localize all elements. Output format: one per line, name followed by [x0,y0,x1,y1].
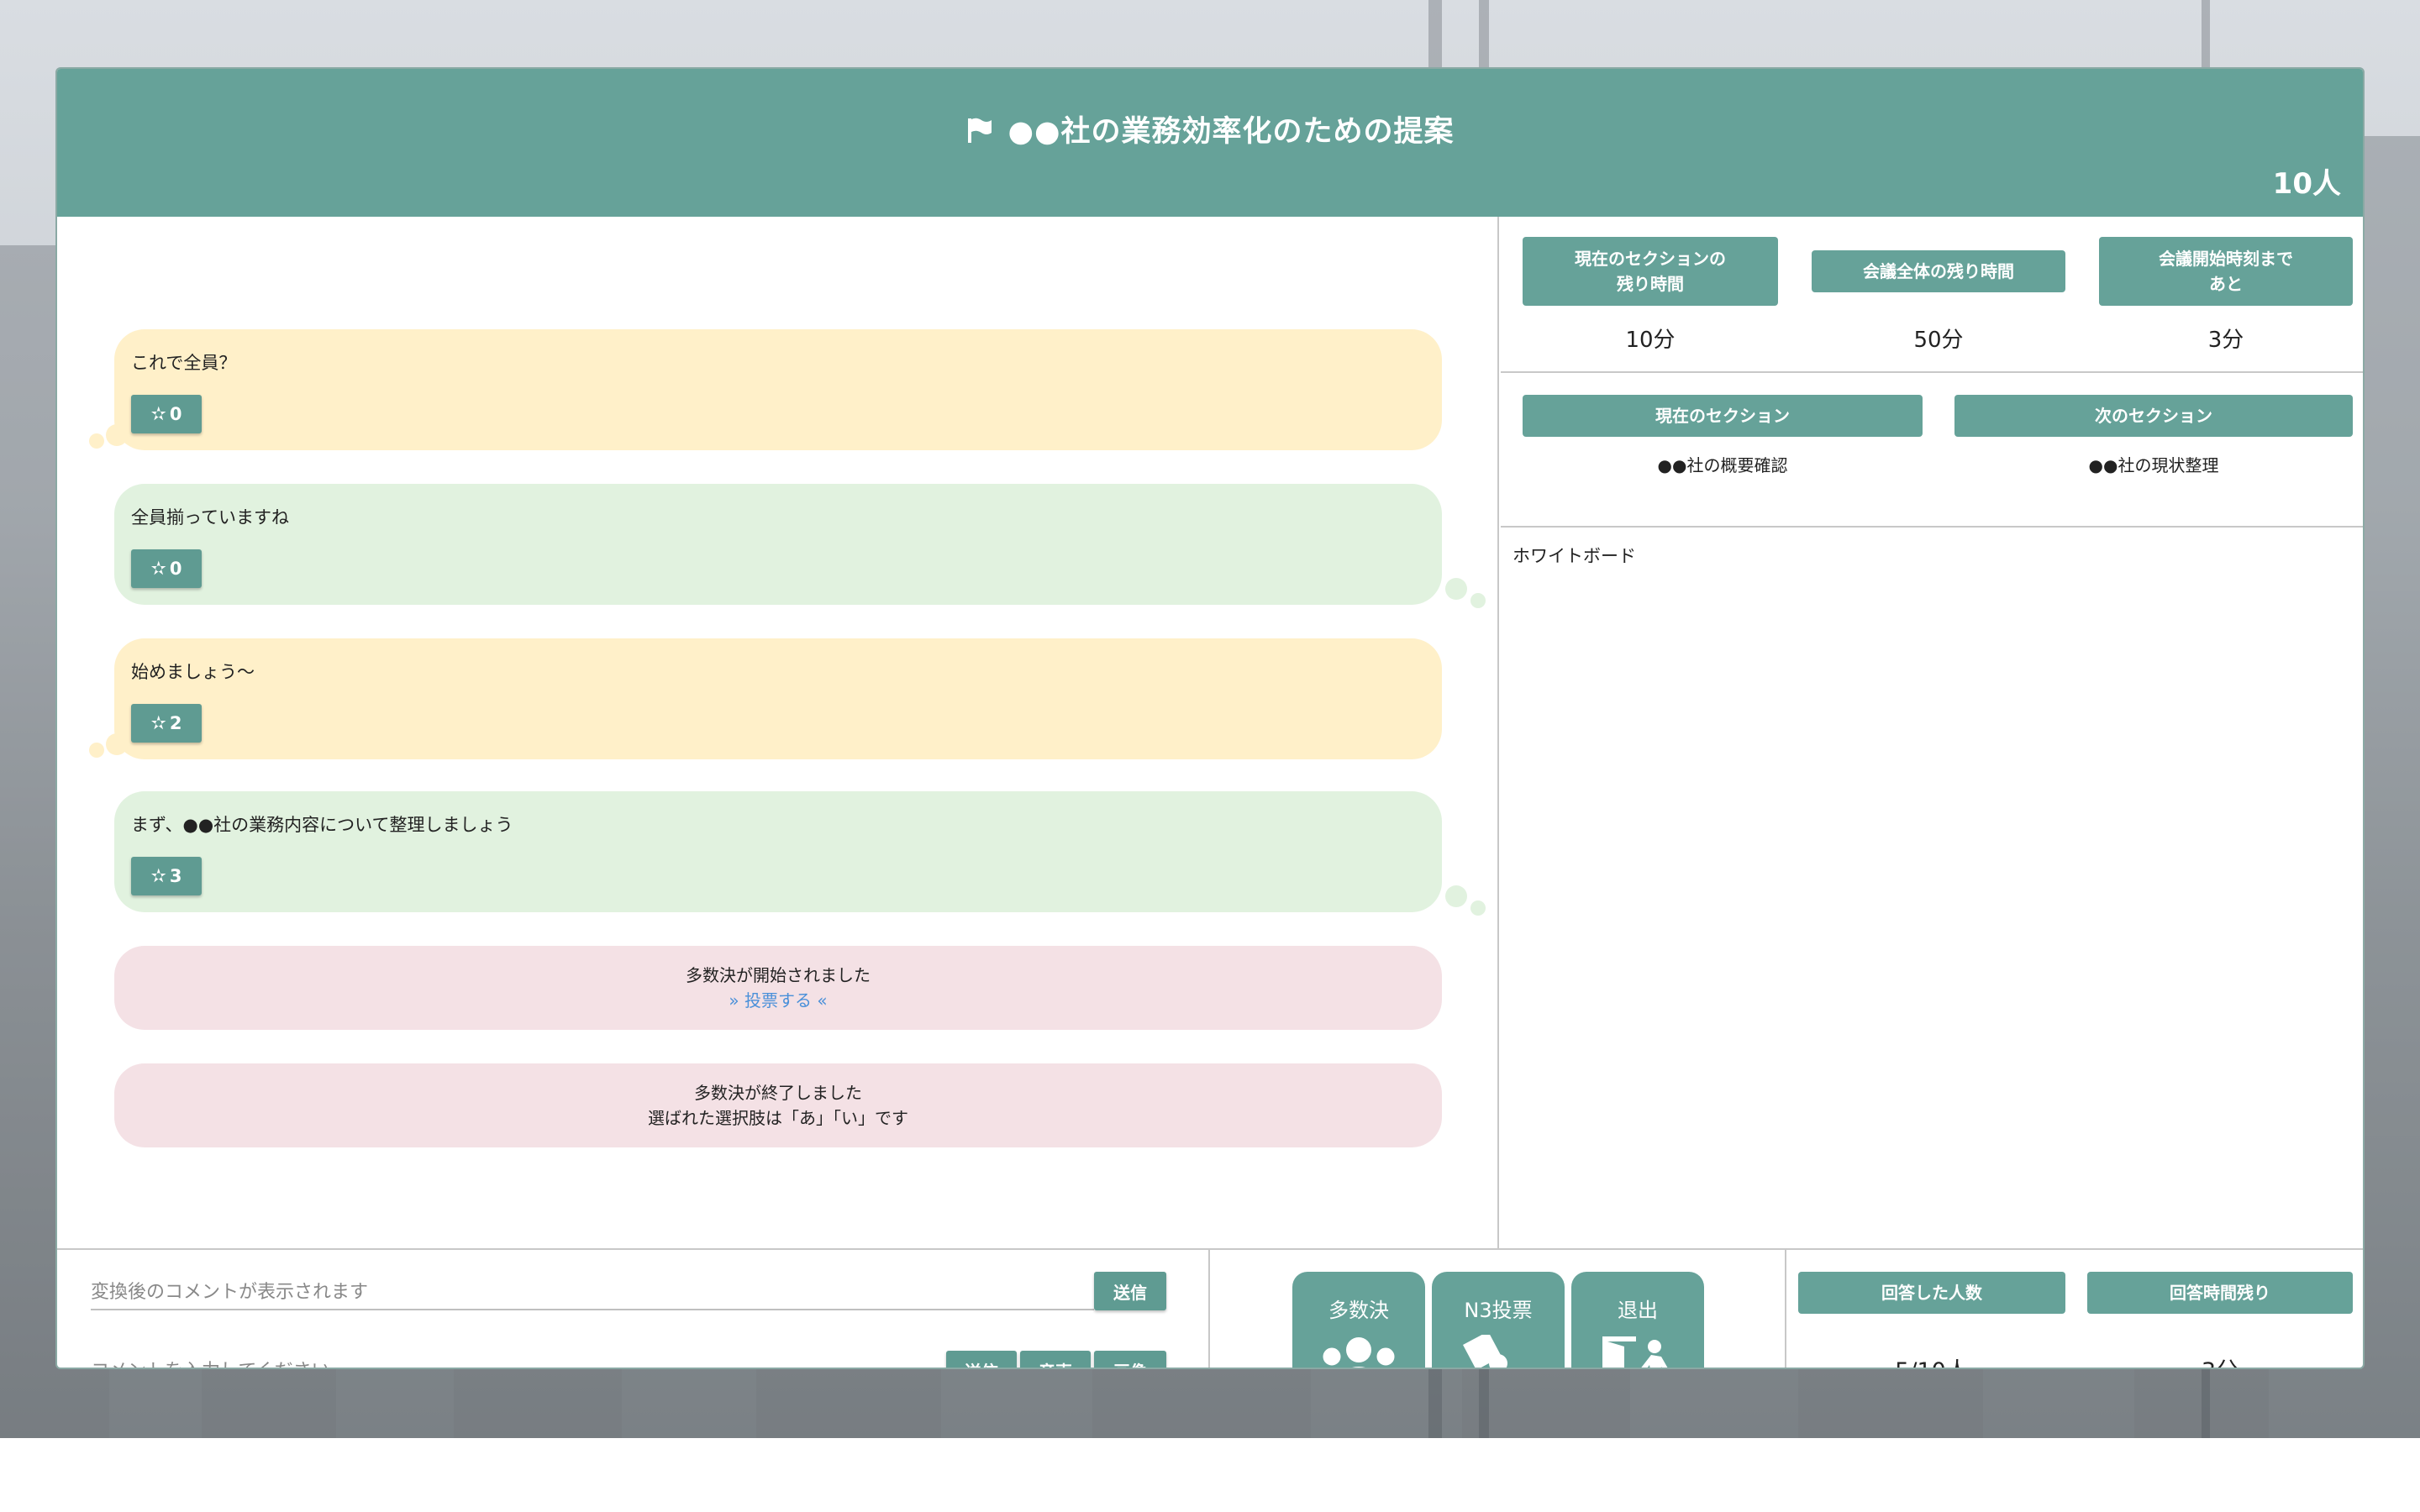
label-line: 次のセクション [2095,406,2212,426]
meeting-panel: ●●社の業務効率化のための提案 10人 これで全員？ ✫ 0 全員揃っていますね … [55,67,2365,1369]
chat-message: 始めましょう〜 ✫ 2 [114,638,1442,759]
answer-stats: 回答した人数 5/10人 回答時間残り 3分 [1786,1250,2363,1368]
bottom-bar: 変換後のコメントが表示されます 送信 コメントを入力してください 送信 音声 画… [57,1248,2363,1368]
chat-message: 全員揃っていますね ✫ 0 [114,484,1442,605]
exit-button[interactable]: 退出 [1571,1272,1704,1368]
star-count: 3 [169,866,182,886]
message-text: まず、●●社の業務内容について整理しましょう [131,815,513,835]
bubble-tail [106,424,128,446]
vote-link[interactable]: » 投票する « [114,988,1442,1013]
bubble-tail [1470,900,1486,916]
current-section-value: ●●社の概要確認 [1657,455,1788,475]
answer-time-left-label: 回答時間残り [2087,1272,2353,1314]
comment-input-area: 変換後のコメントが表示されます 送信 コメントを入力してください 送信 音声 画… [57,1250,1210,1368]
label-line: 回答時間残り [2170,1283,2270,1303]
converted-comment-field[interactable]: 変換後のコメントが表示されます [91,1268,1094,1310]
notice-text: 多数決が終了しました [694,1083,862,1103]
label-line: 現在のセクションの [1575,249,1726,269]
bubble-tail [1470,593,1486,608]
star-icon: ✫ [150,865,166,887]
vote-icon [1463,1335,1507,1368]
voice-button[interactable]: 音声 [1020,1351,1091,1368]
info-panel: 現在のセクションの 残り時間 10分 会議全体の残り時間 50分 会議開始時刻ま… [1501,217,2363,1248]
bubble-tail [1445,885,1467,907]
answered-count-label: 回答した人数 [1798,1272,2065,1314]
comment-input[interactable]: コメントを入力してください [91,1347,946,1368]
bubble-tail [89,743,104,758]
section-remaining-label: 現在のセクションの 残り時間 [1523,237,1778,306]
chat-message: これで全員？ ✫ 0 [114,329,1442,450]
exit-icon [1602,1336,1668,1368]
next-section-label: 次のセクション [1954,395,2353,437]
vote-ended-notice: 多数決が終了しました 選ばれた選択肢は「あ」「い」です [114,1063,1442,1147]
star-button[interactable]: ✫ 2 [131,704,202,743]
message-text: これで全員？ [131,353,237,373]
majority-vote-label: 多数決 [1328,1299,1389,1322]
message-text: 始めましょう〜 [131,662,255,682]
total-remaining-value: 50分 [1913,328,1964,353]
current-section-label: 現在のセクション [1523,395,1923,437]
timer-section: 現在のセクションの 残り時間 10分 会議全体の残り時間 50分 会議開始時刻ま… [1501,217,2363,373]
majority-vote-button[interactable]: 多数決 [1292,1272,1425,1368]
notice-result: 選ばれた選択肢は「あ」「い」です [648,1108,908,1128]
star-button[interactable]: ✫ 0 [131,549,202,588]
vote-started-notice: 多数決が開始されました » 投票する « [114,946,1442,1030]
whiteboard-label: ホワイトボード [1512,546,1636,566]
label-line: 会議全体の残り時間 [1863,261,2014,281]
total-remaining-label: 会議全体の残り時間 [1812,250,2065,292]
answer-time-left-value: 3分 [2087,1352,2353,1368]
bubble-tail [106,733,128,755]
exit-label: 退出 [1618,1299,1658,1322]
message-text: 全員揃っていますね [131,507,289,528]
section-remaining-value: 10分 [1625,328,1676,353]
answered-count-value: 5/10人 [1798,1352,2065,1368]
star-count: 0 [169,404,182,424]
n3-vote-label: N3投票 [1464,1299,1533,1322]
group-icon [1320,1337,1397,1368]
next-section-value: ●●社の現状整理 [2088,455,2219,475]
notice-text: 多数決が開始されました [686,965,871,985]
chat-area[interactable]: これで全員？ ✫ 0 全員揃っていますね ✫ 0 始めましょう〜 ✫ 2 まず、●●社… [57,217,1499,1248]
bubble-tail [1445,578,1467,600]
star-icon: ✫ [150,403,166,425]
n3-vote-button[interactable]: N3投票 [1432,1272,1565,1368]
participant-count: 10人 [2272,167,2341,201]
star-count: 2 [169,713,182,733]
label-line: あと [2209,274,2243,294]
until-start-value: 3分 [2207,328,2244,353]
send-comment-button[interactable]: 送信 [946,1351,1017,1368]
meeting-title: ●●社の業務効率化のための提案 [57,108,2363,150]
bubble-tail [89,433,104,449]
star-button[interactable]: ✫ 0 [131,395,202,433]
star-icon: ✫ [150,712,166,734]
image-button[interactable]: 画像 [1094,1351,1166,1368]
label-line: 会議開始時刻まで [2159,249,2293,269]
action-buttons: 多数決 N3投票 退出 [1210,1250,1786,1368]
label-line: 現在のセクション [1655,406,1790,426]
star-count: 0 [169,559,182,579]
flag-icon [968,118,992,143]
star-button[interactable]: ✫ 3 [131,857,202,895]
header-bar: ●●社の業務効率化のための提案 10人 [57,69,2363,217]
send-converted-button[interactable]: 送信 [1094,1272,1166,1310]
meeting-title-text: ●●社の業務効率化のための提案 [1007,115,1455,149]
label-line: 回答した人数 [1881,1283,1982,1303]
section-info: 現在のセクション ●●社の概要確認 次のセクション ●●社の現状整理 [1501,373,2363,528]
star-icon: ✫ [150,558,166,580]
label-line: 残り時間 [1617,274,1684,294]
chat-message: まず、●●社の業務内容について整理しましょう ✫ 3 [114,791,1442,912]
until-start-label: 会議開始時刻まで あと [2099,237,2353,306]
